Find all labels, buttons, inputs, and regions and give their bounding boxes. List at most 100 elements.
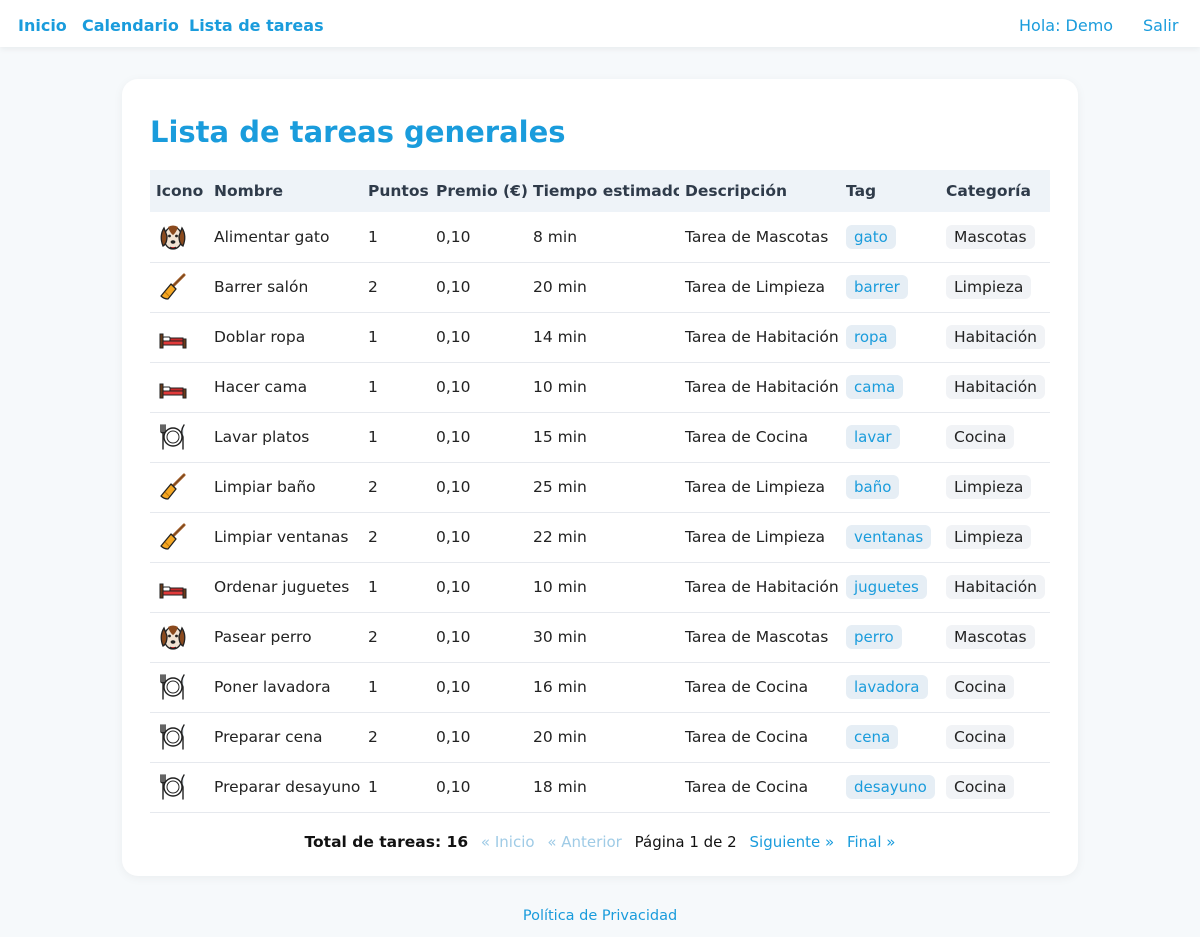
task-prize: 0,10 [436,678,471,696]
task-time: 8 min [533,227,578,246]
task-icon-cell [150,712,208,762]
plate-cutlery-icon [158,722,202,752]
task-name: Ordenar juguetes [214,578,350,596]
task-tag[interactable]: barrer [846,275,908,299]
logout-link[interactable]: Salir [1143,16,1178,35]
task-category: Cocina [946,675,1015,699]
table-row: Limpiar ventanas 2 0,10 22 min Tarea de Limp… [150,512,1050,562]
task-description: Tarea de Habitación [685,578,839,596]
task-tag-cell: perro [840,612,940,662]
task-icon-cell [150,212,208,262]
task-tag[interactable]: baño [846,475,900,499]
pagination: Total de tareas: 16 « Inicio « Anterior … [122,833,1078,851]
task-category: Habitación [946,575,1046,599]
task-category-cell: Cocina [940,762,1050,812]
privacy-policy-link[interactable]: Política de Privacidad [523,908,677,924]
task-points: 2 [368,728,378,746]
task-tag-cell: barrer [840,262,940,312]
task-tag[interactable]: juguetes [846,575,927,599]
task-points: 1 [368,328,378,346]
task-tag-cell: lavar [840,412,940,462]
task-icon-cell [150,462,208,512]
broom-icon [158,472,202,502]
task-time: 14 min [533,328,587,346]
task-time: 20 min [533,728,587,746]
task-points: 2 [368,478,378,496]
pager-current-page: Página 1 de 2 [634,833,737,851]
task-name: Pasear perro [214,628,312,646]
user-greeting[interactable]: Hola: Demo [1019,16,1113,35]
task-category: Mascotas [946,224,1035,249]
task-tag[interactable]: perro [846,625,902,649]
task-points: 2 [368,528,378,546]
task-category-cell: Habitación [940,312,1050,362]
pager-next-link[interactable]: Siguiente » [750,833,835,851]
task-tag[interactable]: desayuno [846,775,935,799]
plate-cutlery-icon [158,772,202,802]
header-descripcion: Descripción [685,182,788,200]
task-tag[interactable]: lavadora [846,675,928,699]
bed-icon [158,372,202,402]
dog-icon [158,622,202,652]
table-row: Barrer salón 2 0,10 20 min Tarea de Limpieza… [150,262,1050,312]
top-navbar: Inicio Calendario Lista de tareas Hola: … [0,0,1200,47]
task-description: Tarea de Limpieza [685,528,826,546]
table-row: Limpiar baño 2 0,10 25 min Tarea de Limpieza… [150,462,1050,512]
nav-link-inicio[interactable]: Inicio [18,16,67,35]
task-icon-cell [150,662,208,712]
task-tag[interactable]: ventanas [846,525,932,549]
task-tag[interactable]: lavar [846,425,900,449]
task-category: Mascotas [946,625,1035,649]
task-name: Lavar platos [214,428,310,446]
task-category-cell: Cocina [940,412,1050,462]
task-name: Preparar cena [214,728,323,746]
task-time: 10 min [533,578,587,596]
task-category-cell: Limpieza [940,262,1050,312]
task-description: Tarea de Cocina [685,428,809,446]
task-category-cell: Mascotas [940,612,1050,662]
total-tasks: Total de tareas: 16 [304,833,469,851]
table-row: Preparar desayuno 1 0,10 18 min Tarea de Coc… [150,762,1050,812]
task-name: Barrer salón [214,278,309,296]
task-icon-cell [150,512,208,562]
nav-link-lista-de-tareas[interactable]: Lista de tareas [189,16,324,35]
task-points: 2 [368,628,378,646]
task-tag-cell: ventanas [840,512,940,562]
task-category: Limpieza [946,525,1032,549]
task-tag-cell: lavadora [840,662,940,712]
pager-prev-link: « Anterior [547,833,622,851]
header-icono: Icono [156,182,204,200]
task-tag-cell: cena [840,712,940,762]
task-prize: 0,10 [436,328,471,346]
task-category-cell: Cocina [940,712,1050,762]
task-tag[interactable]: cama [846,375,904,399]
task-time: 30 min [533,628,587,646]
tasks-card: Lista de tareas generales Icono Nombre P… [122,79,1078,876]
dog-icon [158,222,202,252]
task-prize: 0,10 [436,478,471,496]
bed-icon [158,572,202,602]
pager-last-link[interactable]: Final » [847,833,896,851]
task-category-cell: Limpieza [940,512,1050,562]
task-prize: 0,10 [436,628,471,646]
table-row: Preparar cena 2 0,10 20 min Tarea de Cocina c… [150,712,1050,762]
footer: Política de Privacidad [0,908,1200,924]
task-category: Cocina [946,775,1015,799]
task-description: Tarea de Cocina [685,728,809,746]
task-tag[interactable]: cena [846,725,899,749]
task-tag-cell: cama [840,362,940,412]
nav-link-calendario[interactable]: Calendario [82,16,179,35]
task-icon-cell [150,762,208,812]
task-prize: 0,10 [436,227,471,246]
task-name: Hacer cama [214,378,308,396]
task-prize: 0,10 [436,578,471,596]
task-name: Limpiar ventanas [214,528,349,546]
table-row: Ordenar juguetes 1 0,10 10 min Tarea de Habi… [150,562,1050,612]
task-tag[interactable]: gato [846,224,896,249]
plate-cutlery-icon [158,422,202,452]
task-category: Cocina [946,725,1015,749]
task-name: Preparar desayuno [214,778,361,796]
task-tag[interactable]: ropa [846,325,896,349]
task-prize: 0,10 [436,528,471,546]
task-points: 1 [368,378,378,396]
